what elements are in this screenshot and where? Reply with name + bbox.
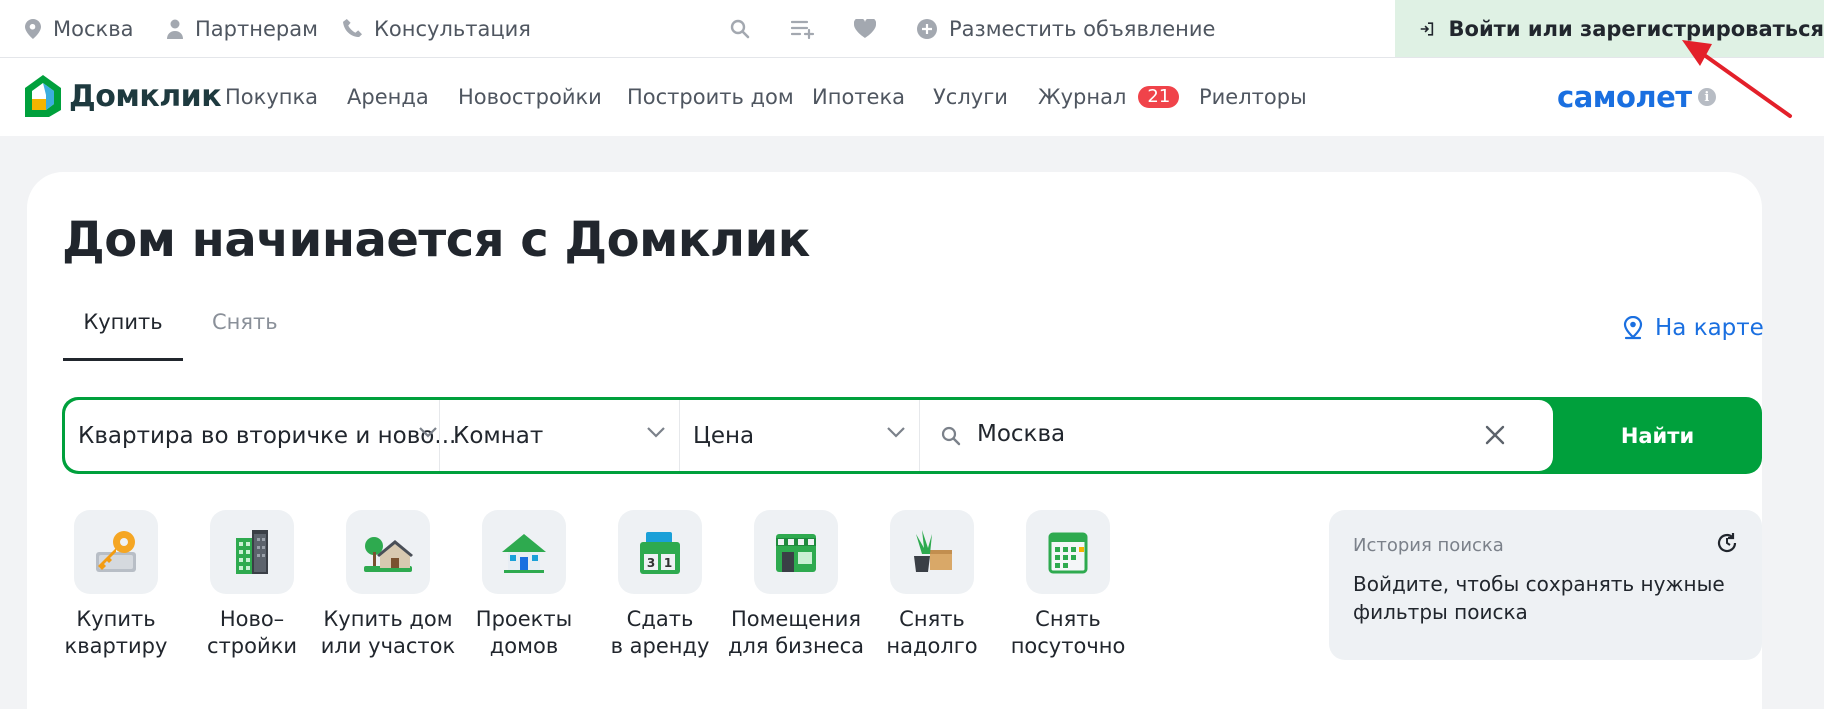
domclick-logo[interactable]: Домклик [25, 75, 222, 117]
search-history-panel[interactable]: История поиска Войдите, чтобы сохранять … [1329, 510, 1762, 660]
chevron-down-icon [419, 427, 437, 438]
category-label: Помещения для бизнеса [727, 607, 865, 658]
top-utility-bar: Москва Партнерам Консультация Разместить… [0, 0, 1824, 58]
plant-box-icon [890, 510, 974, 594]
phone-icon [343, 19, 362, 38]
history-text: Войдите, чтобы сохранять нужные фильтры … [1353, 572, 1725, 624]
list-add-icon [791, 20, 815, 39]
nav-item-build-house[interactable]: Построить дом [627, 58, 794, 136]
field-divider [919, 400, 920, 471]
main-navigation: Домклик Покупка Аренда Новостройки Постр… [0, 58, 1824, 136]
category-label: Снять надолго [886, 607, 978, 658]
samolet-brand: самолет [1557, 80, 1692, 114]
post-ad-label: Разместить объявление [949, 16, 1216, 41]
calendar-box-icon: 3 1 [618, 510, 702, 594]
house-tree-icon [346, 510, 430, 594]
nav-item-mortgage[interactable]: Ипотека [812, 58, 905, 136]
svg-text:3: 3 [647, 556, 655, 570]
category-label: Проекты домов [475, 607, 573, 658]
find-button[interactable]: Найти [1553, 397, 1762, 474]
svg-text:1: 1 [664, 556, 672, 570]
search-icon-button[interactable] [730, 0, 750, 57]
info-icon[interactable]: i [1697, 88, 1716, 106]
favorites-button[interactable] [854, 0, 876, 57]
search-icon [941, 426, 961, 445]
search-card: Дом начинается с Домклик Купить Снять На… [27, 172, 1764, 709]
page-title: Дом начинается с Домклик [62, 212, 810, 268]
journal-label: Журнал [1038, 85, 1127, 109]
nav-item-new-buildings[interactable]: Новостройки [458, 58, 602, 136]
search-bar: Квартира во вторичке и ново... Комнат Це… [62, 397, 1762, 474]
person-icon [167, 19, 183, 39]
consultation-label: Консультация [374, 16, 531, 41]
search-fields: Квартира во вторичке и ново... Комнат Це… [65, 400, 1553, 471]
login-button[interactable]: Войти или зарегистрироваться [1395, 0, 1824, 57]
calendar-icon [1026, 510, 1110, 594]
chevron-down-icon [647, 427, 665, 438]
heart-icon [854, 19, 876, 38]
plus-circle-icon [917, 18, 937, 39]
category-daily-rent[interactable]: Снять посуточно [993, 510, 1143, 660]
samolet-partner-link[interactable]: самолет i [1557, 58, 1716, 136]
on-map-link[interactable]: На карте [1623, 315, 1764, 341]
location-value: Москва [977, 420, 1066, 447]
category-long-term-rent[interactable]: Снять надолго [857, 510, 1007, 660]
chevron-down-icon [887, 427, 905, 438]
category-label: Купить дом или участок [320, 607, 456, 658]
field-divider [679, 400, 680, 471]
journal-count-badge: 21 [1138, 86, 1180, 108]
history-clock-icon [1717, 533, 1737, 553]
category-label: Ново– стройки [207, 607, 297, 658]
location-pin-icon [25, 18, 41, 39]
login-icon [1420, 21, 1434, 36]
tab-buy[interactable]: Купить [63, 305, 183, 361]
category-business-premises[interactable]: Помещения для бизнеса [721, 510, 871, 660]
history-title: История поиска [1353, 535, 1504, 556]
price-value: Цена [693, 422, 755, 449]
nav-item-rent[interactable]: Аренда [347, 58, 429, 136]
field-divider [439, 400, 440, 471]
partners-label: Партнерам [195, 16, 318, 41]
category-label: Купить квартиру [64, 607, 168, 658]
nav-item-services[interactable]: Услуги [933, 58, 1008, 136]
category-buy-apartment[interactable]: Купить квартиру [41, 510, 191, 660]
price-select[interactable]: Цена [693, 400, 919, 471]
house-project-icon [482, 510, 566, 594]
tab-rent[interactable]: Снять [212, 305, 278, 355]
nav-item-journal[interactable]: Журнал 21 [1038, 58, 1180, 136]
property-type-select[interactable]: Квартира во вторичке и ново... [78, 400, 457, 471]
login-label: Войти или зарегистрироваться [1448, 16, 1824, 41]
location-input[interactable]: Москва [941, 400, 1553, 471]
category-buy-house[interactable]: Купить дом или участок [313, 510, 463, 660]
search-icon [730, 19, 750, 38]
nav-item-buy[interactable]: Покупка [225, 58, 318, 136]
map-pin-icon [1623, 316, 1643, 340]
post-ad-link[interactable]: Разместить объявление [917, 0, 1215, 57]
category-house-projects[interactable]: Проекты домов [449, 510, 599, 660]
category-rent-out[interactable]: 3 1 Сдать в аренду [585, 510, 735, 660]
building-icon [210, 510, 294, 594]
consultation-link[interactable]: Консультация [343, 0, 531, 57]
city-selector[interactable]: Москва [25, 0, 133, 57]
domclick-logo-icon [25, 75, 61, 117]
category-new-buildings[interactable]: Ново– стройки [177, 510, 327, 660]
clear-icon[interactable] [1485, 425, 1505, 445]
partners-link[interactable]: Партнерам [167, 0, 318, 57]
city-label: Москва [53, 16, 134, 41]
on-map-label: На карте [1655, 315, 1764, 341]
category-label: Сдать в аренду [610, 607, 710, 658]
rooms-select[interactable]: Комнат [453, 400, 679, 471]
shop-icon [754, 510, 838, 594]
nav-item-realtors[interactable]: Риелторы [1199, 58, 1307, 136]
property-type-value: Квартира во вторичке и ново... [78, 422, 457, 449]
rooms-value: Комнат [453, 422, 544, 449]
compare-list-button[interactable] [791, 0, 815, 57]
logo-text: Домклик [69, 78, 222, 114]
category-label: Снять посуточно [1010, 607, 1126, 658]
key-icon [74, 510, 158, 594]
